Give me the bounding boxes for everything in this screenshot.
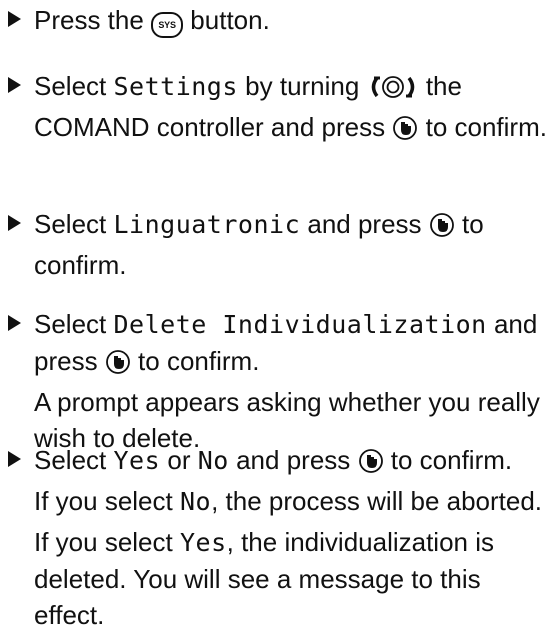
step4-end: to confirm. xyxy=(138,346,260,376)
menu-item-settings: Settings xyxy=(113,72,238,101)
step5-note-no: If you select No, the process will be ab… xyxy=(34,483,548,520)
step-select-settings: Select Settings by turning the COMAND co… xyxy=(8,68,548,150)
step3-pre: Select xyxy=(34,209,107,239)
step2-end: to confirm. xyxy=(425,112,547,142)
note-yes-item: Yes xyxy=(179,528,227,557)
press-controller-icon xyxy=(105,348,131,384)
press-controller-icon xyxy=(429,211,455,247)
bullet-triangle-icon xyxy=(8,315,21,331)
press-controller-icon xyxy=(358,447,384,483)
step5-or: or xyxy=(167,445,191,475)
turn-controller-icon xyxy=(367,73,419,109)
step5-note-yes: If you select Yes, the individualization… xyxy=(34,524,548,633)
step-select-linguatronic: Select Linguatronic and press to confirm… xyxy=(8,206,548,283)
step-select-yes-no: Select Yes or No and press to confirm. I… xyxy=(8,442,548,633)
step5-end: to confirm. xyxy=(390,445,513,475)
instruction-page: Press the SYS button. Select Settings by… xyxy=(0,0,555,630)
step-select-delete: Select Delete Individualization and pres… xyxy=(8,306,548,456)
bullet-triangle-icon xyxy=(8,77,21,93)
bullet-triangle-icon xyxy=(8,11,21,27)
option-no: No xyxy=(197,446,229,475)
step5-mid: and press xyxy=(236,445,351,475)
note-no-post: , the process will be aborted. xyxy=(211,486,543,516)
step3-mid: and press xyxy=(307,209,422,239)
note-no-item: No xyxy=(179,487,212,516)
step5-pre: Select xyxy=(34,445,107,475)
step2-mid: by turning xyxy=(245,71,360,101)
step1-pre: Press the xyxy=(34,5,144,35)
step1-post: button. xyxy=(190,5,270,35)
sys-button-icon: SYS xyxy=(151,12,184,38)
step4-pre: Select xyxy=(34,309,107,339)
bullet-triangle-icon xyxy=(8,451,21,467)
step-press-sys: Press the SYS button. xyxy=(8,2,548,38)
step2-pre: Select xyxy=(34,71,107,101)
press-controller-icon xyxy=(392,114,418,150)
bullet-triangle-icon xyxy=(8,215,21,231)
option-yes: Yes xyxy=(113,446,161,475)
menu-item-delete-individualization: Delete Individualization xyxy=(113,310,487,339)
note-no-pre: If you select xyxy=(34,486,173,516)
note-yes-pre: If you select xyxy=(34,527,173,557)
menu-item-linguatronic: Linguatronic xyxy=(113,210,301,239)
